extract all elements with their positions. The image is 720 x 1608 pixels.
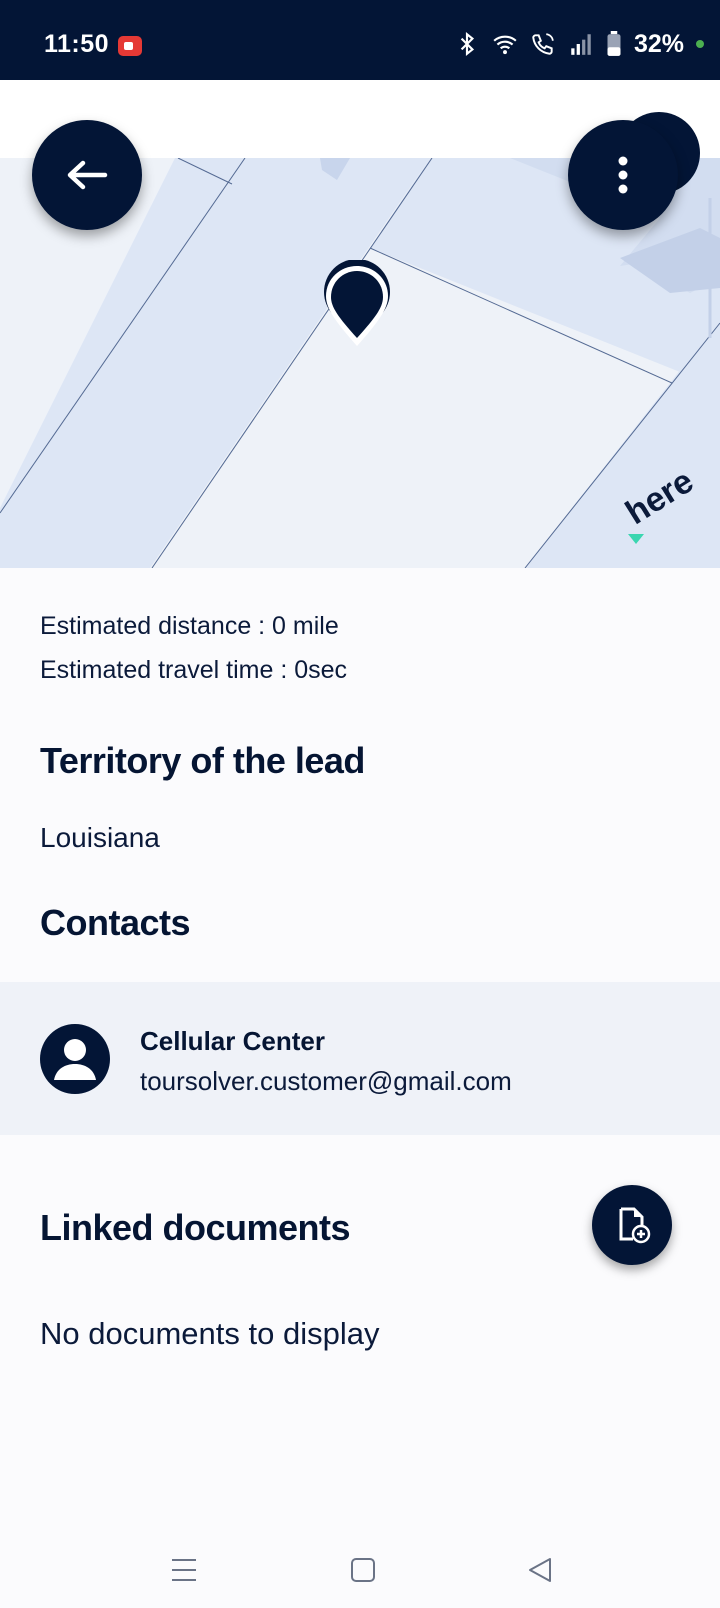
location-pin-icon[interactable] bbox=[322, 260, 392, 350]
here-logo-mark bbox=[628, 534, 644, 544]
no-documents-message: No documents to display bbox=[40, 1316, 380, 1351]
more-options-button[interactable] bbox=[568, 120, 678, 230]
recents-button[interactable] bbox=[164, 1552, 204, 1588]
linked-documents-title: Linked documents bbox=[40, 1207, 351, 1248]
contact-item[interactable]: Cellular Center toursolver.customer@gmai… bbox=[0, 982, 720, 1135]
back-button[interactable] bbox=[32, 120, 142, 230]
contacts-title: Contacts bbox=[40, 902, 191, 943]
more-vertical-icon bbox=[618, 156, 628, 194]
wifi-calling-icon bbox=[532, 33, 554, 55]
territory-value: Louisiana bbox=[40, 822, 160, 853]
arrow-left-icon bbox=[67, 160, 108, 190]
wifi-icon bbox=[493, 35, 517, 55]
add-document-button[interactable] bbox=[592, 1185, 672, 1265]
territory-title: Territory of the lead bbox=[40, 740, 365, 781]
add-document-icon bbox=[619, 1207, 651, 1244]
home-button[interactable] bbox=[343, 1552, 383, 1588]
status-time: 11:50 bbox=[44, 30, 110, 58]
battery-icon bbox=[607, 31, 621, 56]
status-icons: 32% bbox=[454, 28, 704, 60]
person-avatar-icon bbox=[40, 1024, 110, 1094]
status-bar: 11:50 32% bbox=[0, 0, 720, 80]
estimated-travel-time: Estimated travel time : 0sec bbox=[40, 656, 348, 684]
bluetooth-icon bbox=[460, 31, 474, 57]
back-icon bbox=[529, 1558, 551, 1582]
contact-email[interactable]: toursolver.customer@gmail.com bbox=[140, 1066, 512, 1097]
contact-name: Cellular Center bbox=[140, 1026, 325, 1056]
back-nav-button[interactable] bbox=[520, 1552, 560, 1588]
system-nav-bar bbox=[0, 1530, 720, 1608]
battery-percent: 32% bbox=[633, 29, 684, 58]
estimated-distance: Estimated distance : 0 mile bbox=[40, 612, 339, 640]
home-icon bbox=[351, 1558, 375, 1582]
screen-record-icon bbox=[118, 36, 142, 56]
privacy-dot bbox=[696, 40, 704, 48]
signal-icon bbox=[571, 34, 591, 55]
recents-icon bbox=[172, 1559, 196, 1581]
